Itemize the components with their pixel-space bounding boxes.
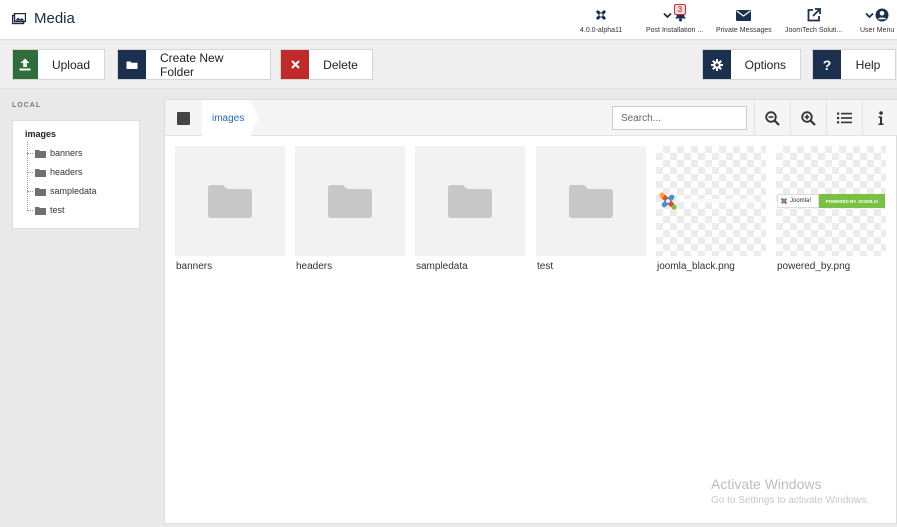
list-icon <box>837 112 852 124</box>
activate-windows-title: Activate Windows <box>711 476 822 492</box>
tree-item-label: test <box>50 205 65 215</box>
image-thumbnail[interactable] <box>656 146 766 256</box>
close-icon <box>290 60 300 69</box>
delete-button[interactable]: Delete <box>280 49 373 80</box>
toolbar: Upload Create New Folder Delete Options … <box>0 41 897 89</box>
header-item-user-menu[interactable]: User Menu <box>860 6 894 34</box>
item-name: sampledata <box>416 261 468 272</box>
folder-icon <box>126 61 138 69</box>
joomla-logo-icon <box>781 198 787 204</box>
tree-item-sampledata[interactable]: sampledata <box>27 186 97 196</box>
tree-root-images[interactable]: images <box>25 129 56 139</box>
page-title-text: Media <box>34 10 75 27</box>
options-label: Options <box>744 57 786 72</box>
delete-label: Delete <box>323 57 358 72</box>
version-label: 4.0.0-alpha11 <box>580 27 623 34</box>
gear-icon <box>710 58 723 71</box>
options-button[interactable]: Options <box>702 49 801 80</box>
help-label: Help <box>855 57 881 72</box>
media-item-headers[interactable]: headers <box>295 146 405 272</box>
post-installation-label: Post Installation ... <box>646 27 704 34</box>
folder-icon <box>35 149 46 158</box>
user-icon <box>875 8 889 22</box>
folder-thumbnail[interactable] <box>415 146 525 256</box>
breadcrumb-item: images <box>212 112 245 124</box>
image-thumbnail[interactable]: Joomla! POWERED BY JOOMLA! <box>776 146 886 256</box>
folder-icon <box>328 184 372 218</box>
folder-icon <box>448 184 492 218</box>
tree-item-banners[interactable]: banners <box>27 148 83 158</box>
media-browser: images banners headers sampledata test <box>164 99 897 524</box>
private-messages-label: Private Messages <box>716 27 772 34</box>
upload-icon <box>19 58 31 71</box>
tree-item-test[interactable]: test <box>27 205 65 215</box>
zoom-in-icon <box>801 110 816 126</box>
envelope-icon <box>736 9 752 21</box>
powered-by-text: POWERED BY JOOMLA! <box>819 194 885 208</box>
tree-item-headers[interactable]: headers <box>27 167 83 177</box>
create-folder-button[interactable]: Create New Folder <box>117 49 271 80</box>
upload-label: Upload <box>51 57 90 72</box>
upload-button[interactable]: Upload <box>12 49 105 80</box>
user-menu-label: User Menu <box>860 27 895 34</box>
media-item-powered-by[interactable]: Joomla! POWERED BY JOOMLA! powered_by.pn… <box>776 146 886 272</box>
notification-badge: 3 <box>673 4 687 15</box>
info-button[interactable] <box>862 100 897 136</box>
folder-icon <box>35 168 46 177</box>
image-icon <box>12 12 26 24</box>
tree-item-label: banners <box>50 148 83 158</box>
joomla-logo-image <box>659 192 756 210</box>
question-icon: ? <box>822 56 832 73</box>
search-input[interactable] <box>612 106 747 130</box>
header: Media 4.0.0-alpha11 3 Post Installation … <box>0 0 897 40</box>
info-icon <box>878 110 883 125</box>
folder-icon <box>35 187 46 196</box>
folder-thumbnail[interactable] <box>175 146 285 256</box>
folder-thumbnail[interactable] <box>536 146 646 256</box>
folder-icon <box>208 184 252 218</box>
folder-icon <box>569 184 613 218</box>
header-item-site[interactable]: JoomTech Soluti... <box>785 6 842 34</box>
item-name: powered_by.png <box>777 261 851 272</box>
media-item-joomla-black[interactable]: joomla_black.png <box>656 146 766 272</box>
zoom-out-icon <box>765 110 780 126</box>
powered-by-banner: Joomla! POWERED BY JOOMLA! <box>777 194 885 208</box>
zoom-out-button[interactable] <box>754 100 790 136</box>
breadcrumb[interactable]: images <box>202 100 258 136</box>
media-item-sampledata[interactable]: sampledata <box>415 146 525 272</box>
select-all-checkbox[interactable] <box>165 100 202 136</box>
create-folder-label: Create New Folder <box>160 50 224 79</box>
list-view-button[interactable] <box>826 100 862 136</box>
item-name: test <box>537 261 554 272</box>
header-item-private-messages[interactable]: Private Messages <box>716 6 772 34</box>
chevron-down-icon <box>865 12 874 18</box>
header-item-version[interactable]: 4.0.0-alpha11 <box>580 6 622 34</box>
folder-tree: images banners headers sampledata test <box>12 120 140 229</box>
item-name: banners <box>176 261 213 272</box>
media-item-test[interactable]: test <box>536 146 646 272</box>
help-button[interactable]: ? Help <box>812 49 896 80</box>
folder-thumbnail[interactable] <box>295 146 405 256</box>
header-item-post-installation[interactable]: 3 Post Installation ... <box>646 4 704 34</box>
joomla-icon <box>596 10 606 20</box>
browser-toolbar: images <box>165 100 897 136</box>
folder-icon <box>35 206 46 215</box>
activate-windows-subtitle: Go to Settings to activate Windows. <box>711 495 869 506</box>
chevron-down-icon <box>662 12 672 18</box>
external-link-icon <box>807 8 821 22</box>
tree-item-label: sampledata <box>50 186 97 196</box>
zoom-in-button[interactable] <box>790 100 826 136</box>
item-name: headers <box>296 261 333 272</box>
site-label: JoomTech Soluti... <box>785 27 843 34</box>
joomla-logo-text: Joomla! <box>790 198 812 204</box>
item-name: joomla_black.png <box>657 261 735 272</box>
page-title: Media <box>12 10 75 27</box>
media-item-banners[interactable]: banners <box>175 146 285 272</box>
local-section-label: LOCAL <box>12 102 42 109</box>
tree-item-label: headers <box>50 167 83 177</box>
